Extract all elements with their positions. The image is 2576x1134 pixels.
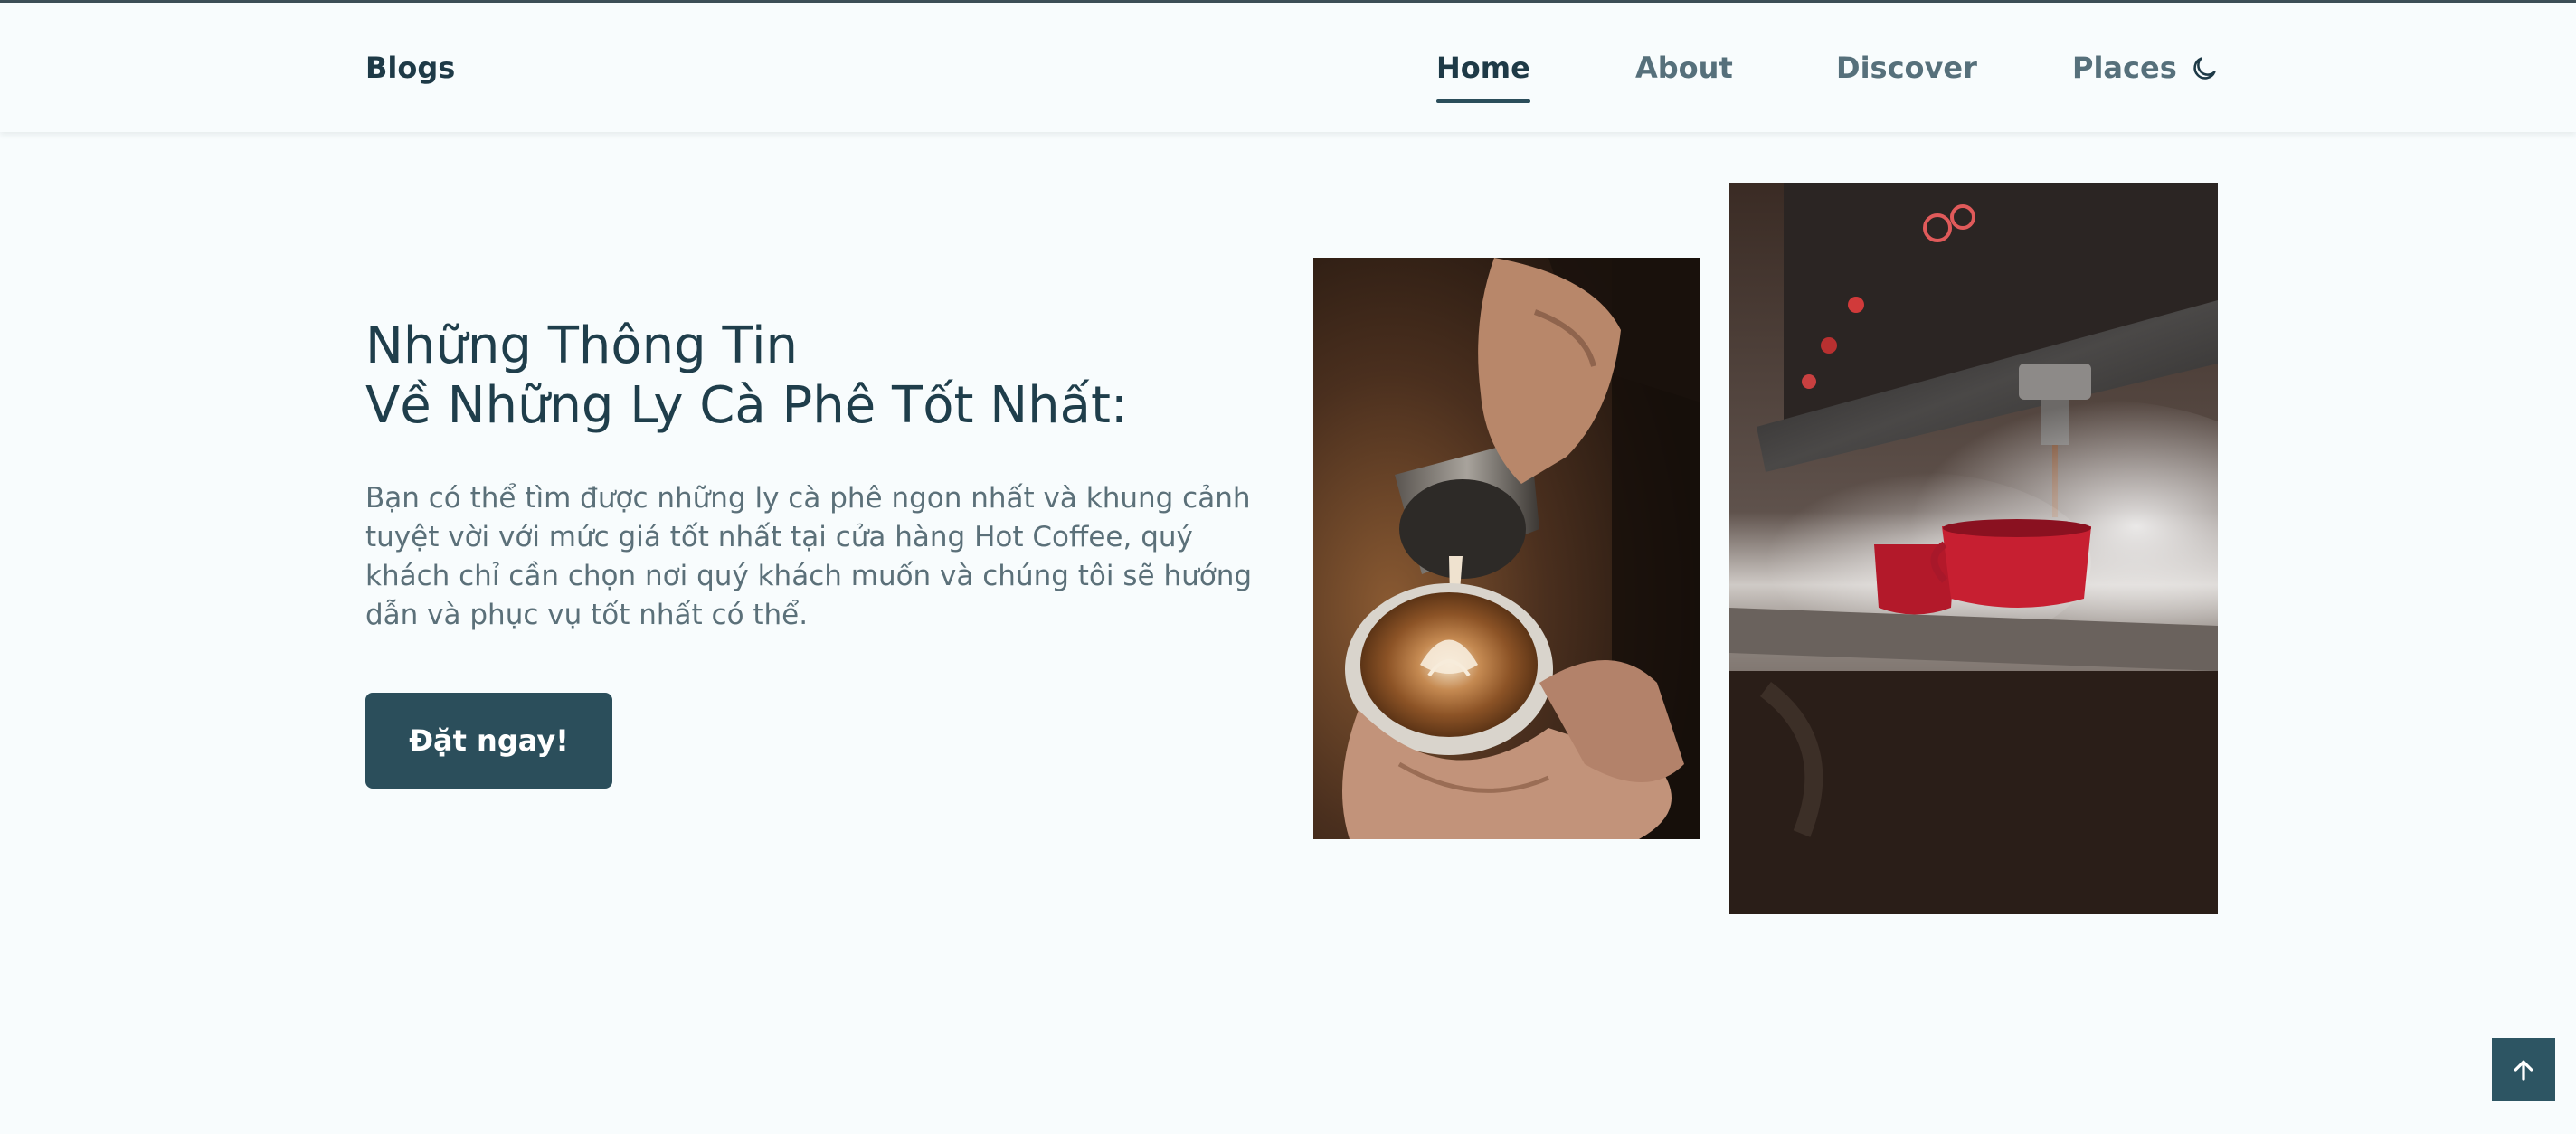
nav-link-places[interactable]: Places bbox=[2072, 51, 2177, 85]
latte-art-photo bbox=[1313, 258, 1700, 839]
hero-description: Bạn có thể tìm được những ly cà phê ngon… bbox=[365, 482, 1253, 631]
nav-link-about[interactable]: About bbox=[1635, 51, 1733, 85]
arrow-up-icon bbox=[2514, 1060, 2533, 1081]
hero-title-line-1: Những Thông Tin bbox=[365, 317, 799, 375]
hero-title: Những Thông Tin Về Những Ly Cà Phê Tốt N… bbox=[365, 317, 1128, 436]
espresso-machine-photo bbox=[1729, 183, 2218, 914]
nav-link-discover[interactable]: Discover bbox=[1836, 51, 1977, 85]
hero-title-line-2: Về Những Ly Cà Phê Tốt Nhất: bbox=[365, 376, 1128, 435]
scroll-to-top-button[interactable] bbox=[2492, 1038, 2555, 1101]
moon-icon bbox=[2193, 57, 2216, 80]
nav-link-home[interactable]: Home bbox=[1436, 51, 1530, 103]
site-header: Blogs Home About Discover Places bbox=[0, 3, 2576, 132]
book-now-button[interactable]: Đặt ngay! bbox=[365, 693, 612, 789]
theme-toggle-button[interactable] bbox=[2189, 53, 2220, 84]
site-logo[interactable]: Blogs bbox=[365, 51, 455, 85]
